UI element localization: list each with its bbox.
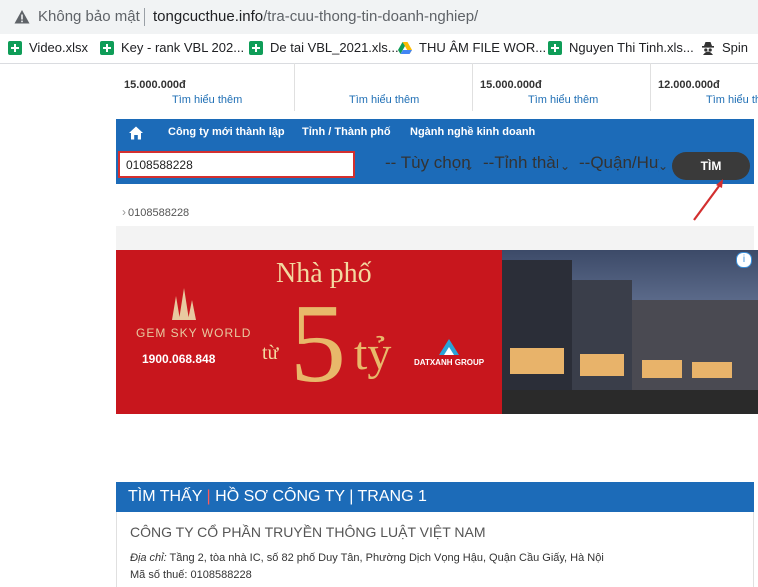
url-domain: tongcucthue.info	[153, 8, 264, 25]
search-input[interactable]	[118, 151, 355, 178]
bookmark-thu-am[interactable]: THU ÂM FILE WOR...	[398, 39, 546, 57]
nav-provinces[interactable]: Tỉnh / Thành phố	[302, 126, 391, 138]
ad-window	[510, 348, 564, 374]
pricing-card: Tìm hiểu thêm	[294, 63, 473, 111]
url-path: /tra-cuu-thong-tin-doanh-nghiep/	[263, 8, 479, 25]
ad-window	[692, 362, 732, 378]
ad-phone: 1900.068.848	[142, 352, 216, 366]
results-divider: |	[206, 488, 211, 505]
learn-more-link[interactable]: Tìm hiểu thêm	[706, 94, 758, 106]
spy-icon	[702, 41, 714, 55]
bookmark-video[interactable]: Video.xlsx	[8, 39, 88, 57]
ad-info-icon[interactable]: i	[736, 252, 752, 268]
bookmark-label: Key - rank VBL 202...	[121, 40, 245, 56]
ad-developer: DATXANH GROUP	[414, 358, 485, 367]
bookmark-spin[interactable]: Spin	[701, 39, 748, 57]
nav-new-companies[interactable]: Công ty mới thành lập	[168, 126, 285, 138]
ad-from: từ	[262, 342, 279, 364]
ad-photo	[502, 250, 758, 414]
warning-icon[interactable]	[14, 9, 30, 25]
ad-window	[580, 354, 624, 376]
results-title: TÌM THẤY | HỒ SƠ CÔNG TY | TRANG 1	[128, 488, 427, 506]
ad-red-panel: GEM SKY WORLD 1900.068.848 Nhà phố từ 5 …	[116, 250, 502, 414]
bookmark-label: Spin	[722, 40, 749, 56]
bookmark-label: Nguyen Thi Tinh.xls...	[569, 40, 694, 56]
ad-banner[interactable]: GEM SKY WORLD 1900.068.848 Nhà phố từ 5 …	[116, 250, 758, 414]
sheets-icon	[249, 40, 263, 55]
tax-value: 0108588228	[190, 569, 252, 581]
sheets-icon	[548, 40, 562, 55]
bookmark-label: Video.xlsx	[29, 40, 89, 56]
breadcrumb-current[interactable]: 0108588228	[128, 207, 189, 219]
ad-window	[642, 360, 682, 378]
province-select-value: --Tỉnh thành	[483, 153, 558, 172]
drive-icon	[398, 41, 412, 54]
type-select-value: -- Tùy chọn	[385, 153, 471, 172]
bookmark-nguyen-thi-tinh[interactable]: Nguyen Thi Tinh.xls...	[548, 39, 694, 57]
pricing-row: 15.000.000đ Tìm hiểu thêm Tìm hiểu thêm …	[116, 63, 758, 111]
results-page-label: HỒ SƠ CÔNG TY | TRANG 1	[215, 488, 427, 505]
pricing-card: 15.000.000đ Tìm hiểu thêm	[116, 63, 295, 111]
section-gap	[116, 226, 754, 250]
address-label: Địa chỉ:	[130, 552, 167, 564]
pricing-price: 15.000.000đ	[124, 79, 186, 91]
company-tax-code: Mã số thuế: 0108588228	[130, 569, 252, 581]
main-nav: Công ty mới thành lập Tỉnh / Thành phố N…	[116, 119, 754, 148]
bookmark-de-tai[interactable]: De tai VBL_2021.xls...	[249, 39, 399, 57]
result-item: CÔNG TY CỔ PHẦN TRUYỀN THÔNG LUẬT VIỆT N…	[116, 512, 754, 587]
address-bar[interactable]: Không bảo mật tongcucthue.info/tra-cuu-t…	[0, 0, 758, 34]
learn-more-link[interactable]: Tìm hiểu thêm	[172, 94, 242, 106]
results-found-label: TÌM THẤY	[128, 488, 203, 505]
sheets-icon	[8, 40, 22, 55]
chevron-down-icon[interactable]: ⌄	[464, 159, 474, 185]
address-separator	[144, 8, 145, 26]
pricing-card: 15.000.000đ Tìm hiểu thêm	[472, 63, 651, 111]
chevron-down-icon[interactable]: ⌄	[560, 159, 570, 185]
ad-unit: tỷ	[354, 327, 392, 380]
url-text[interactable]: tongcucthue.info/tra-cuu-thong-tin-doanh…	[153, 8, 478, 25]
address-value: Tầng 2, tòa nhà IC, số 82 phố Duy Tân, P…	[169, 552, 604, 564]
ad-brand: GEM SKY WORLD	[136, 326, 252, 340]
bookmark-label: THU ÂM FILE WOR...	[419, 40, 547, 56]
search-bar: -- Tùy chọn ⌄ --Tỉnh thành ⌄ --Quận/Huyệ…	[116, 148, 754, 184]
province-select[interactable]: --Tỉnh thành	[483, 153, 558, 179]
learn-more-link[interactable]: Tìm hiểu thêm	[349, 94, 419, 106]
breadcrumb: › 0108588228	[116, 200, 754, 226]
ad-amount: 5	[290, 282, 346, 406]
datxanh-logo-icon	[439, 339, 459, 355]
results-header: TÌM THẤY | HỒ SƠ CÔNG TY | TRANG 1	[116, 482, 754, 512]
district-select-value: --Quận/Huyện	[579, 153, 659, 172]
bookmark-key-rank[interactable]: Key - rank VBL 202...	[100, 39, 244, 57]
nav-business-lines[interactable]: Ngành nghề kinh doanh	[410, 126, 535, 138]
learn-more-link[interactable]: Tìm hiểu thêm	[528, 94, 598, 106]
company-name-link[interactable]: CÔNG TY CỔ PHẦN TRUYỀN THÔNG LUẬT VIỆT N…	[130, 524, 486, 540]
pricing-price: 12.000.000đ	[658, 79, 720, 91]
bookmarks-bar: Video.xlsx Key - rank VBL 202... De tai …	[0, 34, 758, 64]
chevron-right-icon: ›	[122, 205, 126, 219]
home-icon[interactable]	[128, 125, 144, 141]
district-select[interactable]: --Quận/Huyện	[579, 153, 659, 179]
gem-logo-icon	[172, 288, 196, 320]
company-address: Địa chỉ: Tầng 2, tòa nhà IC, số 82 phố D…	[130, 552, 604, 564]
ad-street	[502, 390, 758, 414]
chevron-down-icon[interactable]: ⌄	[658, 159, 668, 185]
pricing-card: 12.000.000đ Tìm hiểu thêm	[650, 63, 758, 111]
tax-label: Mã số thuế:	[130, 569, 188, 581]
sheets-icon	[100, 40, 114, 55]
bookmark-label: De tai VBL_2021.xls...	[270, 40, 399, 56]
pricing-price: 15.000.000đ	[480, 79, 542, 91]
security-label[interactable]: Không bảo mật	[38, 8, 140, 25]
